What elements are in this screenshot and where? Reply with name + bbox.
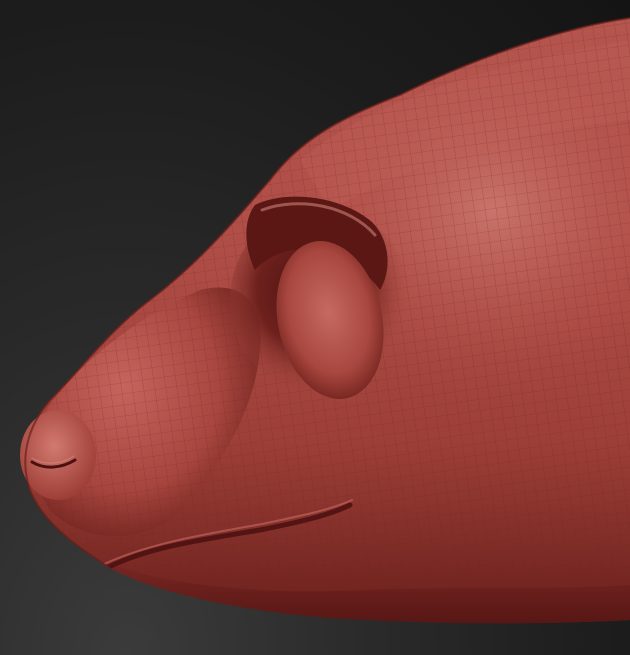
nose [20, 410, 96, 500]
sculpt-render [20, 17, 630, 624]
3d-viewport[interactable] [0, 0, 630, 655]
